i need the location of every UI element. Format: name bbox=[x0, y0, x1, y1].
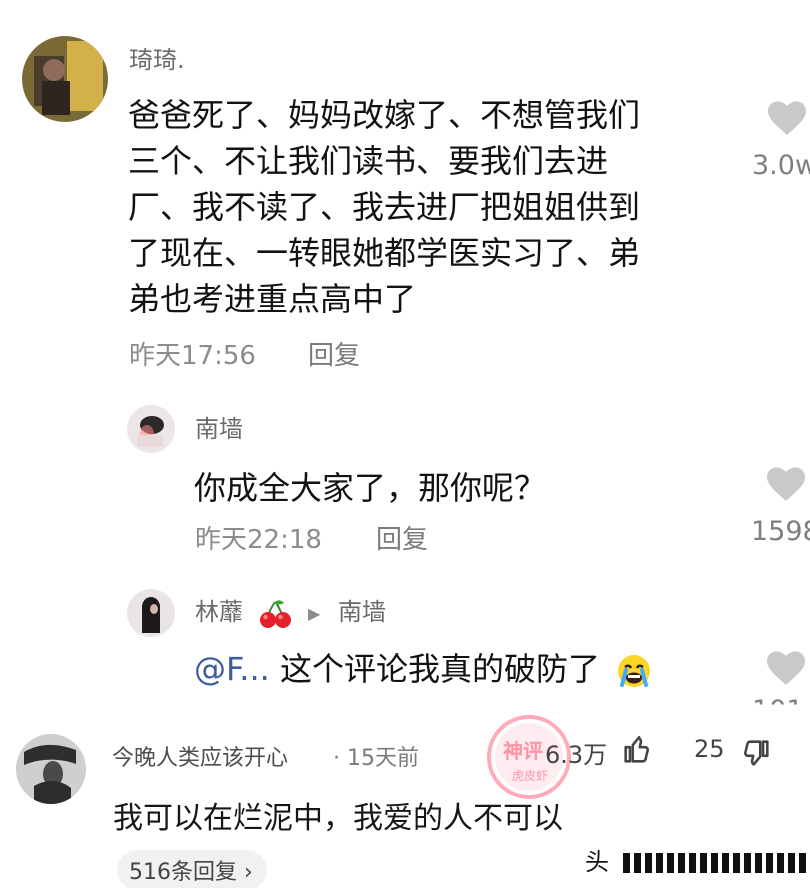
user-name-linmi[interactable]: 林蘼 bbox=[195, 600, 243, 624]
comment-line-5: 弟也考进重点高中了 bbox=[128, 280, 417, 318]
svg-text:神评: 神评 bbox=[503, 739, 543, 763]
comment-time-qiqi: 昨天17:56 bbox=[129, 341, 256, 371]
comment-text-linmi: @F... 这个评论我真的破防了 bbox=[194, 646, 656, 692]
avatar-bottom-user[interactable] bbox=[16, 734, 86, 804]
comment-screenshot: 琦琦. 爸爸死了、妈妈改嫁了、不想管我们 三个、不让我们读书、要我们去进 厂、我… bbox=[0, 0, 810, 888]
heart-icon[interactable] bbox=[763, 462, 809, 502]
comment-thread-panel: 琦琦. 爸爸死了、妈妈改嫁了、不想管我们 三个、不让我们读书、要我们去进 厂、我… bbox=[0, 0, 810, 705]
comment-time-nanqiang: 昨天22:18 bbox=[195, 525, 322, 555]
comment-line-1: 爸爸死了、妈妈改嫁了、不想管我们 bbox=[128, 96, 641, 134]
heart-icon[interactable] bbox=[763, 646, 809, 686]
bottom-like-count: 6.3万 bbox=[545, 741, 608, 769]
mention-link[interactable]: @F... bbox=[194, 650, 270, 688]
reply-button-qiqi[interactable]: 回复 bbox=[308, 343, 360, 369]
comment-text-qiqi: 爸爸死了、妈妈改嫁了、不想管我们 三个、不让我们读书、要我们去进 厂、我不读了、… bbox=[128, 92, 640, 322]
source-watermark-pattern bbox=[622, 853, 807, 873]
reply-button-nanqiang[interactable]: 回复 bbox=[376, 527, 428, 553]
bottom-timestamp: · 15天前 bbox=[333, 746, 419, 771]
comment-line-2: 三个、不让我们读书、要我们去进 bbox=[128, 142, 609, 180]
source-watermark-text: 头 bbox=[585, 848, 609, 876]
heart-icon[interactable] bbox=[764, 96, 810, 136]
crying-face-icon bbox=[612, 651, 656, 691]
comment-text-nanqiang: 你成全大家了，那你呢？ bbox=[194, 469, 547, 507]
bottom-comment-text: 我可以在烂泥中，我爱的人不可以 bbox=[113, 801, 563, 836]
like-count-qiqi: 3.0w bbox=[752, 150, 810, 181]
source-watermark: 头 bbox=[585, 842, 807, 876]
svg-text:虎皮虾: 虎皮虾 bbox=[512, 769, 548, 783]
user-name-qiqi[interactable]: 琦琦. bbox=[129, 48, 185, 72]
reply-arrow-icon: ▶ bbox=[308, 604, 321, 623]
comment-body-linmi: 这个评论我真的破防了 bbox=[279, 650, 600, 688]
reply-count-button[interactable]: 516条回复 › bbox=[117, 850, 267, 888]
like-count-linmi: 101 bbox=[752, 697, 804, 705]
user-name-nanqiang[interactable]: 南墙 bbox=[195, 417, 243, 441]
bottom-user-name[interactable]: 今晚人类应该开心 bbox=[112, 740, 288, 772]
thumbs-down-icon[interactable] bbox=[739, 736, 773, 770]
avatar-nanqiang[interactable] bbox=[127, 405, 175, 453]
comment-line-4: 了现在、一转眼她都学医实习了、弟 bbox=[128, 234, 641, 272]
avatar-linmi[interactable] bbox=[127, 589, 175, 637]
comment-line-3: 厂、我不读了、我去进厂把姐姐供到 bbox=[128, 188, 641, 226]
reply-to-user[interactable]: 南墙 bbox=[338, 600, 386, 624]
bottom-dislike-count: 25 bbox=[694, 735, 725, 763]
like-count-nanqiang: 1598 bbox=[751, 516, 810, 547]
thumbs-up-icon[interactable] bbox=[620, 733, 654, 767]
cherry-icon bbox=[259, 598, 293, 630]
avatar-qiqi[interactable] bbox=[22, 36, 108, 122]
